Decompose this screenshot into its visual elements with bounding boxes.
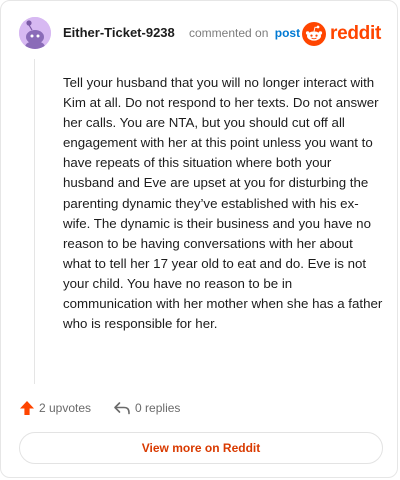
comment-header: Either-Ticket-9238 commented on post red… [19, 17, 381, 51]
comment-meta: commented on post [189, 26, 300, 40]
reddit-brand[interactable]: reddit [302, 21, 381, 47]
upvote-button[interactable]: 2 upvotes [19, 400, 91, 416]
reply-count: 0 replies [135, 401, 181, 415]
avatar[interactable] [19, 17, 51, 49]
upvote-arrow-icon [20, 401, 34, 415]
reddit-wordmark: reddit [330, 23, 381, 44]
reply-icon [114, 402, 130, 415]
view-more-button[interactable]: View more on Reddit [19, 432, 383, 464]
reddit-logo-icon [302, 22, 327, 46]
comment-actions: 2 upvotes 0 replies [19, 397, 180, 419]
comment-author[interactable]: Either-Ticket-9238 [63, 25, 175, 40]
comment-embed-card: Either-Ticket-9238 commented on post red… [0, 0, 398, 478]
upvote-count: 2 upvotes [39, 401, 92, 415]
comment-action-text: commented on [189, 26, 269, 40]
reply-button[interactable]: 0 replies [113, 400, 180, 416]
post-link[interactable]: post [275, 26, 300, 40]
snoo-avatar-icon [19, 17, 51, 49]
comment-body: Tell your husband that you will no longe… [63, 75, 383, 332]
thread-line [34, 59, 35, 384]
